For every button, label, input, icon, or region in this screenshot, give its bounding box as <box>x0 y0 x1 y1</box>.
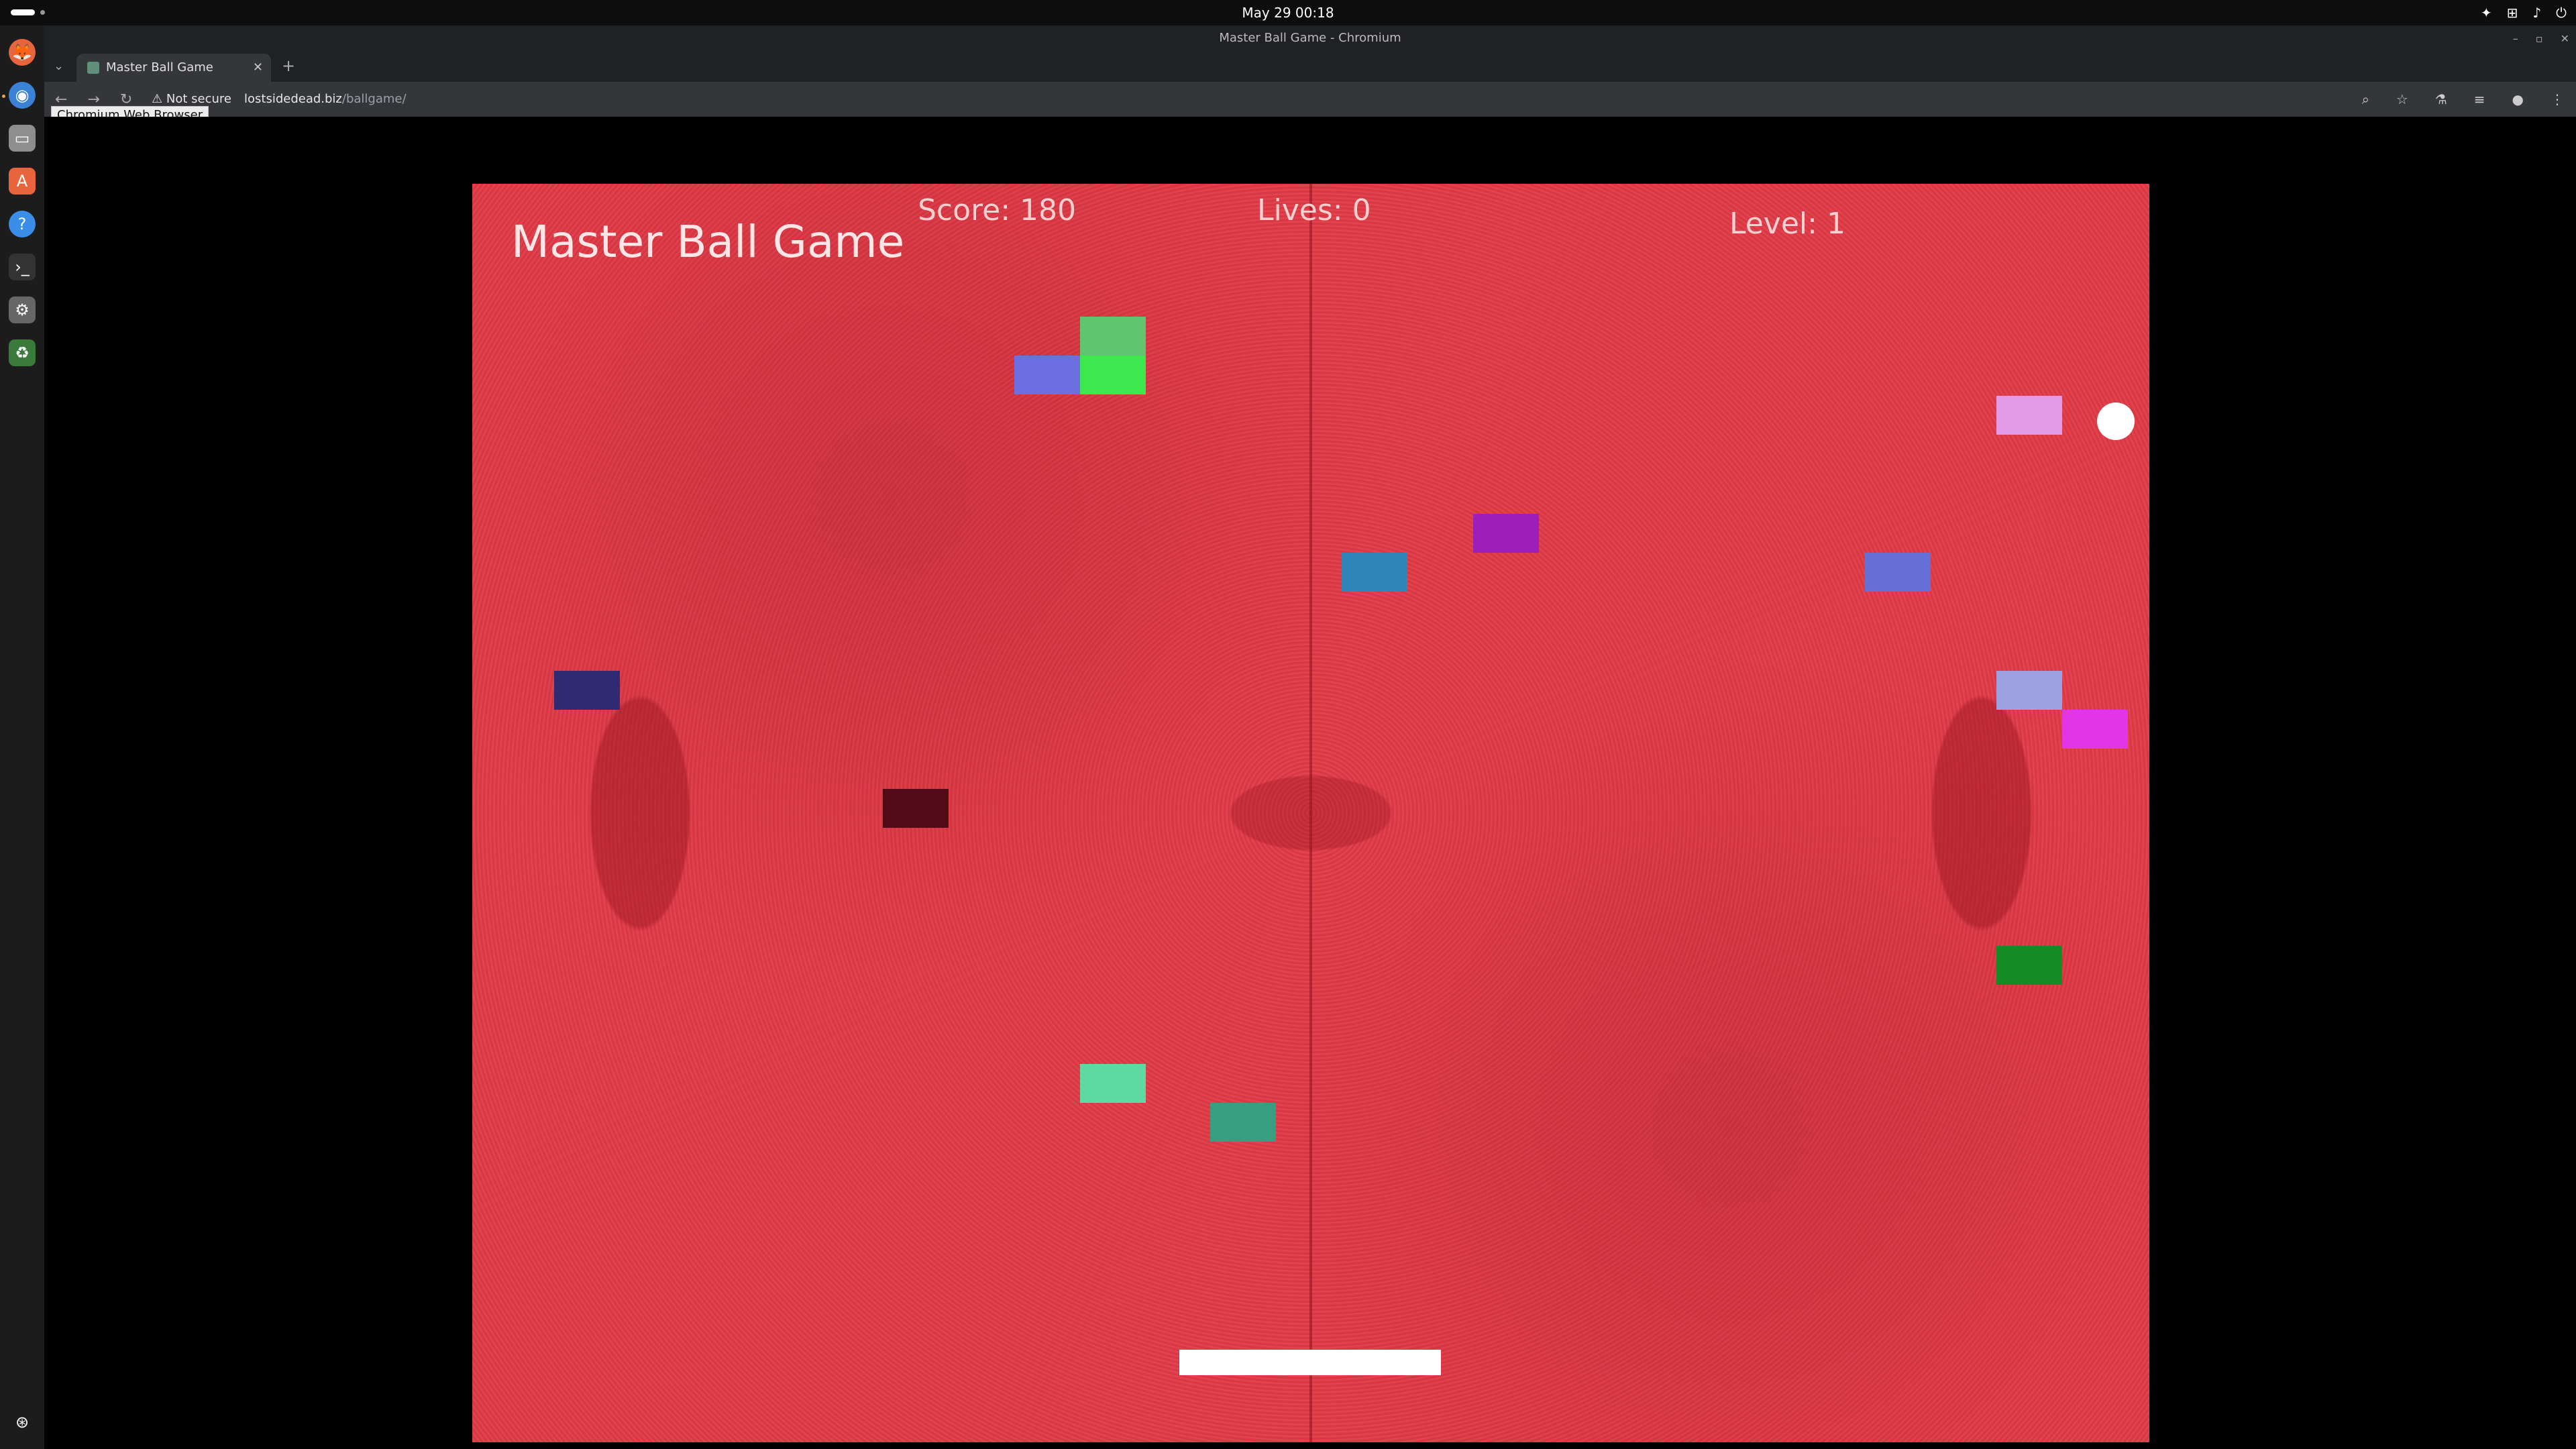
brick <box>1080 356 1146 394</box>
close-icon[interactable]: ✕ <box>2561 32 2569 45</box>
bookmark-star-icon[interactable]: ☆ <box>2396 91 2408 107</box>
brick <box>1080 1064 1146 1103</box>
brick <box>1080 317 1146 356</box>
brick <box>1996 396 2062 435</box>
power-icon[interactable]: ⏻ <box>2556 5 2567 21</box>
extensions-icon[interactable]: ⚗ <box>2435 91 2447 107</box>
media-controls-icon[interactable]: ≡ <box>2474 91 2485 107</box>
lives-display: Lives: 0 <box>1257 193 1371 227</box>
brick <box>1865 553 1931 592</box>
window-title: Master Ball Game - Chromium <box>1219 31 1401 45</box>
tab-close-icon[interactable]: ✕ <box>253 54 263 82</box>
browser-window: Master Ball Game - Chromium – ▫ ✕ ⌄ Mast… <box>44 25 2576 1449</box>
terminal-icon[interactable]: ›_ <box>9 254 36 280</box>
menu-icon[interactable]: ⋮ <box>2551 91 2564 107</box>
ball <box>2097 402 2135 440</box>
tab-strip: ⌄ Master Ball Game ✕ + <box>44 51 2576 82</box>
system-top-bar: May 29 00:18 ✦ ⊞ ♪ ⏻ <box>0 0 2576 25</box>
score-display: Score: 180 <box>918 193 1077 227</box>
paddle[interactable] <box>1179 1350 1441 1375</box>
address-bar[interactable]: lostsidedead.biz/ballgame/ <box>244 82 407 117</box>
network-icon[interactable]: ⊞ <box>2507 5 2518 21</box>
favicon-icon <box>87 62 99 74</box>
trash-icon[interactable]: ♻ <box>9 339 36 366</box>
profile-icon[interactable]: ● <box>2512 91 2524 107</box>
maximize-icon[interactable]: ▫ <box>2536 32 2543 45</box>
brick <box>1210 1103 1276 1142</box>
brick <box>1473 514 1539 553</box>
new-tab-button[interactable]: + <box>282 56 295 75</box>
browser-toolbar: ← → ↻ ⚠ Not secure lostsidedead.biz/ball… <box>44 82 2576 117</box>
window-controls: – ▫ ✕ <box>2513 25 2569 51</box>
running-indicator <box>2 95 5 98</box>
tab-search-icon[interactable]: ⌄ <box>54 59 64 73</box>
brick <box>1014 356 1080 394</box>
url-host: lostsidedead.biz <box>244 92 342 106</box>
tab-title: Master Ball Game <box>106 60 213 74</box>
dock: 🦊 ◉ ▭ A ? ›_ ⚙ ♻ ⊛ <box>0 25 44 1449</box>
brick <box>2062 710 2128 749</box>
brick <box>1996 671 2062 710</box>
brick <box>554 671 620 710</box>
window-titlebar[interactable]: Master Ball Game - Chromium – ▫ ✕ <box>44 25 2576 51</box>
center-line <box>1309 184 1312 1442</box>
game-title: Master Ball Game <box>511 216 905 268</box>
page-viewport: Master Ball Game Score: 180 Lives: 0 Lev… <box>44 117 2576 1449</box>
reload-icon[interactable]: ↻ <box>120 91 132 108</box>
toolbar-icons: ⌕ ☆ ⚗ ≡ ● ⋮ <box>2362 82 2564 117</box>
help-icon[interactable]: ? <box>9 211 36 237</box>
settings-icon[interactable]: ⚙ <box>9 297 36 323</box>
clock[interactable]: May 29 00:18 <box>0 0 2576 25</box>
game-canvas[interactable]: Master Ball Game Score: 180 Lives: 0 Lev… <box>472 184 2149 1442</box>
volume-icon[interactable]: ♪ <box>2532 5 2541 21</box>
brick <box>883 789 949 828</box>
accessibility-icon[interactable]: ✦ <box>2481 5 2492 21</box>
brick <box>1996 946 2062 985</box>
firefox-icon[interactable]: 🦊 <box>9 39 36 66</box>
url-path: /ballgame/ <box>341 92 407 106</box>
chromium-icon[interactable]: ◉ <box>9 82 36 109</box>
zoom-icon[interactable]: ⌕ <box>2362 91 2369 107</box>
show-apps-icon[interactable]: ⊛ <box>9 1409 36 1436</box>
back-icon[interactable]: ← <box>55 91 67 108</box>
software-icon[interactable]: A <box>9 168 36 195</box>
minimize-icon[interactable]: – <box>2513 32 2518 45</box>
files-icon[interactable]: ▭ <box>9 125 36 152</box>
forward-icon[interactable]: → <box>87 91 99 108</box>
system-tray[interactable]: ✦ ⊞ ♪ ⏻ <box>2481 0 2567 25</box>
level-display: Level: 1 <box>1729 207 1845 241</box>
brick <box>1342 553 1407 592</box>
tab-master-ball-game[interactable]: Master Ball Game ✕ <box>76 54 271 82</box>
